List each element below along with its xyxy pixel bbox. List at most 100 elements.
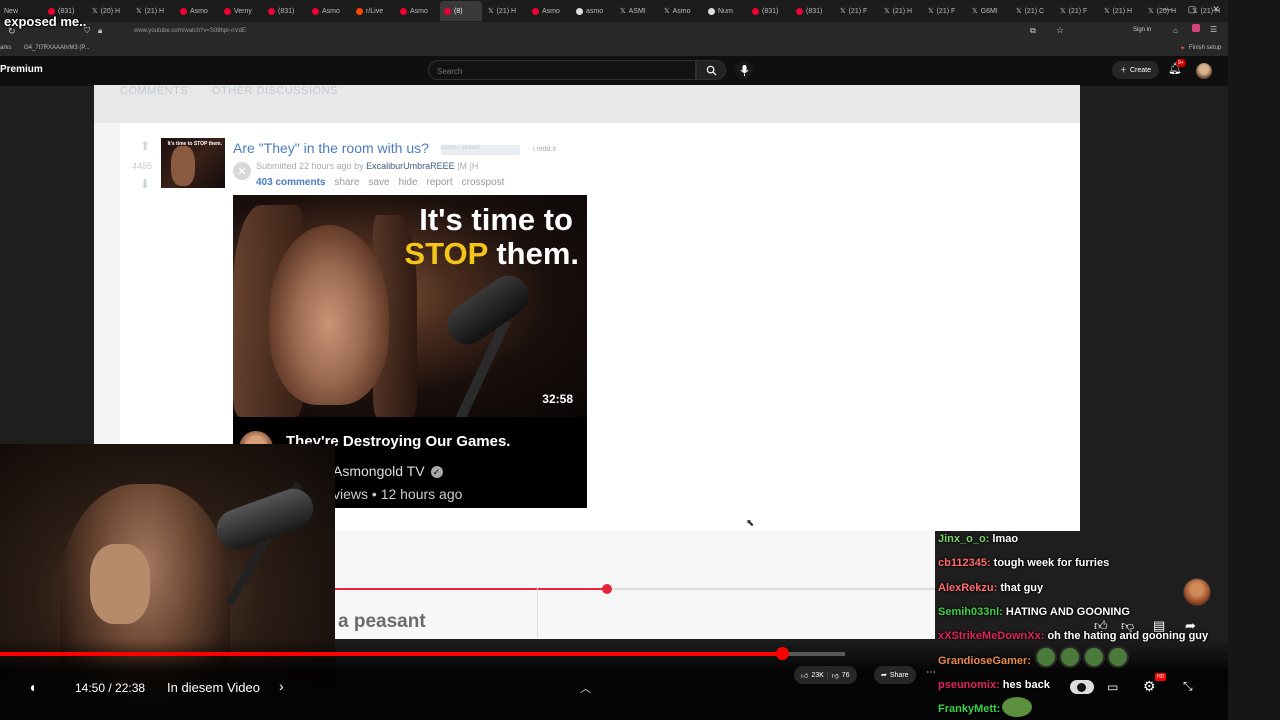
search-button[interactable]: [696, 60, 726, 80]
like-count[interactable]: 23K: [811, 672, 823, 679]
voice-search-button[interactable]: [735, 61, 753, 79]
thumbs-up-icon[interactable]: 👍︎: [801, 671, 808, 680]
tab-other-discussions[interactable]: OTHER DISCUSSIONS: [212, 85, 338, 97]
maximize-button[interactable]: ▢: [1180, 4, 1204, 15]
bookmark-item[interactable]: G4_7t7RXAAAhrM3 (P...: [24, 45, 90, 51]
browser-tab[interactable]: (831): [748, 1, 790, 21]
profile-icon[interactable]: [1192, 24, 1200, 32]
chevron-right-icon[interactable]: ›: [279, 678, 284, 694]
post-title[interactable]: Are "They" in the room with us?: [233, 140, 429, 156]
chat-text: hes back: [1002, 678, 1050, 691]
youtube-logo[interactable]: Premium: [0, 64, 43, 75]
volume-icon[interactable]: ◖: [28, 679, 36, 695]
chapter-button[interactable]: In diesem Video: [167, 680, 260, 695]
close-window-button[interactable]: ✕: [1204, 4, 1228, 15]
finish-setup-link[interactable]: Finish setup: [1189, 45, 1221, 51]
browser-tab[interactable]: 𝕏 Asmo: [660, 1, 702, 21]
tab-comments[interactable]: COMMENTS: [120, 85, 188, 97]
progress-fill: [0, 652, 782, 656]
youtube-icon: [400, 7, 407, 15]
browser-tab[interactable]: 𝕏 G6MI: [968, 1, 1010, 21]
chat-username: Semih033nl:: [938, 605, 1003, 618]
comments-link[interactable]: 403 comments: [256, 177, 325, 188]
star-icon[interactable]: ☆: [1056, 25, 1064, 36]
thumbnail-headline-1: It's time to: [419, 202, 573, 237]
upvote-icon[interactable]: ⬆: [140, 139, 150, 153]
report-link[interactable]: report: [427, 177, 453, 188]
browser-tab[interactable]: Num: [704, 1, 746, 21]
menu-icon[interactable]: ☰: [1210, 25, 1217, 34]
url-input[interactable]: www.youtube.com/watch?v=S08hpr-nVdE: [134, 28, 246, 34]
browser-tab[interactable]: (831): [264, 1, 306, 21]
right-background-strip: [1228, 0, 1280, 720]
browser-tab[interactable]: 𝕏 (21) H: [1100, 1, 1142, 21]
channel-name[interactable]: Asmongold TV: [333, 463, 425, 479]
crosspost-link[interactable]: crosspost: [462, 177, 505, 188]
x-icon: 𝕏: [1016, 8, 1022, 15]
tab-label: Asmo: [542, 7, 560, 15]
hide-link[interactable]: hide: [399, 177, 418, 188]
x-icon: 𝕏: [136, 8, 142, 15]
thumbnail-text: It's time to STOP them.: [167, 141, 222, 147]
share-link[interactable]: share: [334, 177, 359, 188]
share-icon: ➦: [881, 672, 887, 679]
video-thumbnail[interactable]: It's time to STOP them. 32:58: [233, 195, 587, 417]
verified-icon: ✓: [430, 466, 443, 479]
downvote-icon[interactable]: ⬇: [140, 177, 150, 191]
extension-icon[interactable]: ⧉: [1030, 26, 1036, 36]
create-button[interactable]: ＋ Create: [1112, 61, 1160, 79]
browser-tab[interactable]: 𝕏 ASMI: [616, 1, 658, 21]
x-icon: 𝕏: [488, 8, 494, 15]
account-avatar[interactable]: [1196, 63, 1212, 79]
sign-in-link[interactable]: Sign in: [1133, 27, 1151, 33]
browser-tab[interactable]: Verny: [220, 1, 262, 21]
tab-label: (21) F: [848, 7, 868, 15]
search-input[interactable]: [429, 62, 711, 81]
tab-label: (21) H: [892, 7, 913, 15]
close-icon[interactable]: ✕: [233, 162, 251, 180]
youtube-icon: [796, 7, 803, 15]
home-icon[interactable]: ⌂: [1173, 26, 1178, 35]
save-link[interactable]: save: [369, 177, 390, 188]
google-icon: [708, 7, 715, 15]
browser-tab[interactable]: 𝕏 (21) F: [836, 1, 878, 21]
browser-tab[interactable]: 𝕏 (21) C: [1012, 1, 1054, 21]
thumbs-down-icon[interactable]: 👎︎: [832, 671, 839, 680]
tab-label: (21) F: [936, 7, 956, 15]
browser-tab[interactable]: Asmo: [176, 1, 218, 21]
minimize-button[interactable]: —: [1156, 4, 1180, 15]
browser-tab[interactable]: Asmo: [396, 1, 438, 21]
browser-tab[interactable]: 𝕏 (21) F: [924, 1, 966, 21]
dislike-count[interactable]: 76: [842, 672, 850, 679]
post-domain[interactable]: i.redd.it: [533, 146, 556, 153]
share-button[interactable]: ➦ Share: [874, 666, 916, 684]
bookmarks-label[interactable]: arks: [0, 45, 11, 51]
chat-message: xXStrikeMeDownXx: oh the hating and goon…: [938, 630, 1208, 642]
lock-icon[interactable]: 🔒︎: [98, 26, 102, 36]
thumbnail-face: [269, 225, 389, 405]
browser-tab[interactable]: 𝕏 (21) H: [132, 1, 174, 21]
chat-username: pseunomix:: [938, 678, 1000, 691]
browser-tab[interactable]: (831): [792, 1, 834, 21]
tab-label: asmo: [586, 7, 604, 15]
browser-tab[interactable]: 𝕏 (21) H: [880, 1, 922, 21]
youtube-icon: [312, 7, 319, 15]
post-thumbnail[interactable]: It's time to STOP them.: [161, 138, 225, 188]
progress-knob[interactable]: [776, 647, 789, 660]
search-box[interactable]: [428, 60, 711, 81]
chevron-up-icon[interactable]: ︿: [580, 680, 591, 696]
chat-message: cb112345: tough week for furries: [938, 557, 1109, 569]
author-flair: |M |H: [457, 161, 479, 171]
inner-progress-knob[interactable]: [602, 584, 612, 594]
browser-tab[interactable]: 𝕏 (21) F: [1056, 1, 1098, 21]
browser-tab[interactable]: 𝕏 (20) H: [88, 1, 130, 21]
browser-tab[interactable]: Asmo: [308, 1, 350, 21]
post-author[interactable]: ExcaliburUmbraREEE: [366, 161, 455, 171]
browser-tab[interactable]: r/Live: [352, 1, 394, 21]
pepe-emote-icon: [1002, 697, 1032, 717]
browser-tab[interactable]: 𝕏 (21) H: [484, 1, 526, 21]
browser-tab[interactable]: (8): [440, 1, 482, 21]
browser-tab[interactable]: Asmo: [528, 1, 570, 21]
tab-label: Asmo: [672, 7, 691, 15]
browser-tab[interactable]: asmo: [572, 1, 614, 21]
